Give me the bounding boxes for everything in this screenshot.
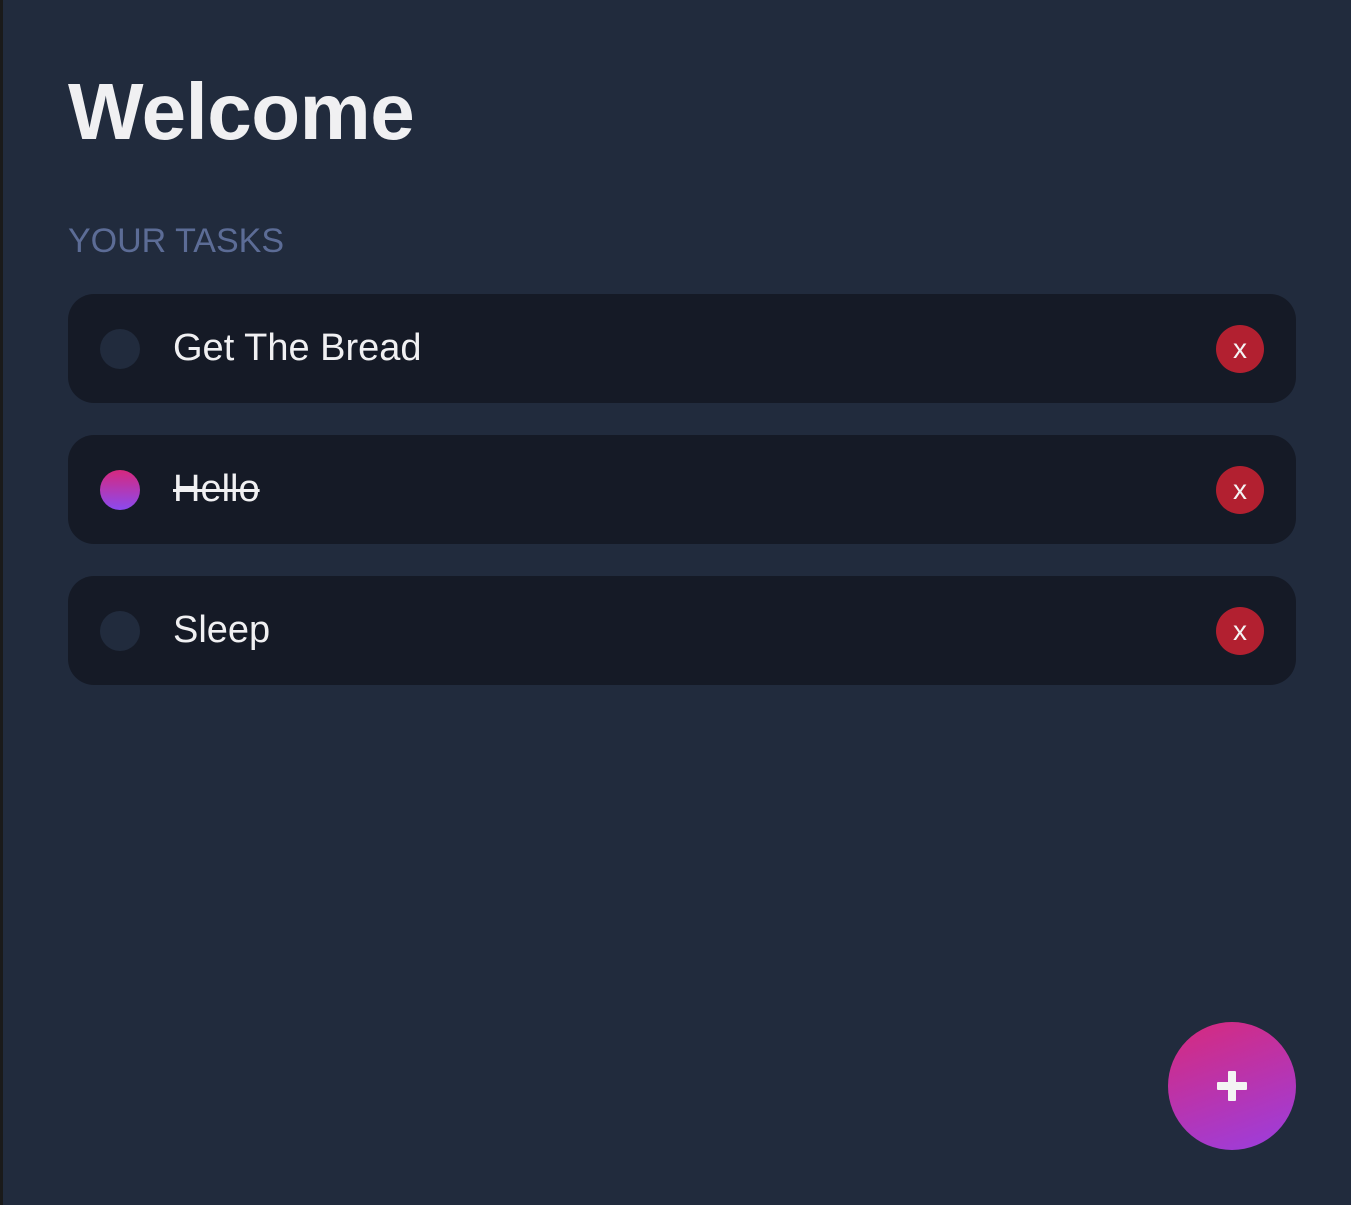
- window-edge: [0, 0, 3, 1205]
- delete-task-button[interactable]: x: [1216, 325, 1264, 373]
- task-checkbox[interactable]: [100, 611, 140, 651]
- task-item: Get The Bread x: [68, 294, 1296, 403]
- delete-task-button[interactable]: x: [1216, 607, 1264, 655]
- delete-task-button[interactable]: x: [1216, 466, 1264, 514]
- task-checkbox-checked[interactable]: [100, 470, 140, 510]
- task-checkbox[interactable]: [100, 329, 140, 369]
- task-label: Get The Bread: [173, 327, 422, 369]
- section-label: YOUR TASKS: [68, 222, 285, 260]
- task-label: Sleep: [173, 609, 271, 651]
- page-title: Welcome: [68, 67, 415, 156]
- plus-icon: [1217, 1071, 1247, 1101]
- task-list: Get The Bread x Hello x Sleep x: [68, 294, 1296, 717]
- add-task-button[interactable]: [1168, 1022, 1296, 1150]
- task-item: Sleep x: [68, 576, 1296, 685]
- task-item: Hello x: [68, 435, 1296, 544]
- task-label: Hello: [173, 468, 260, 510]
